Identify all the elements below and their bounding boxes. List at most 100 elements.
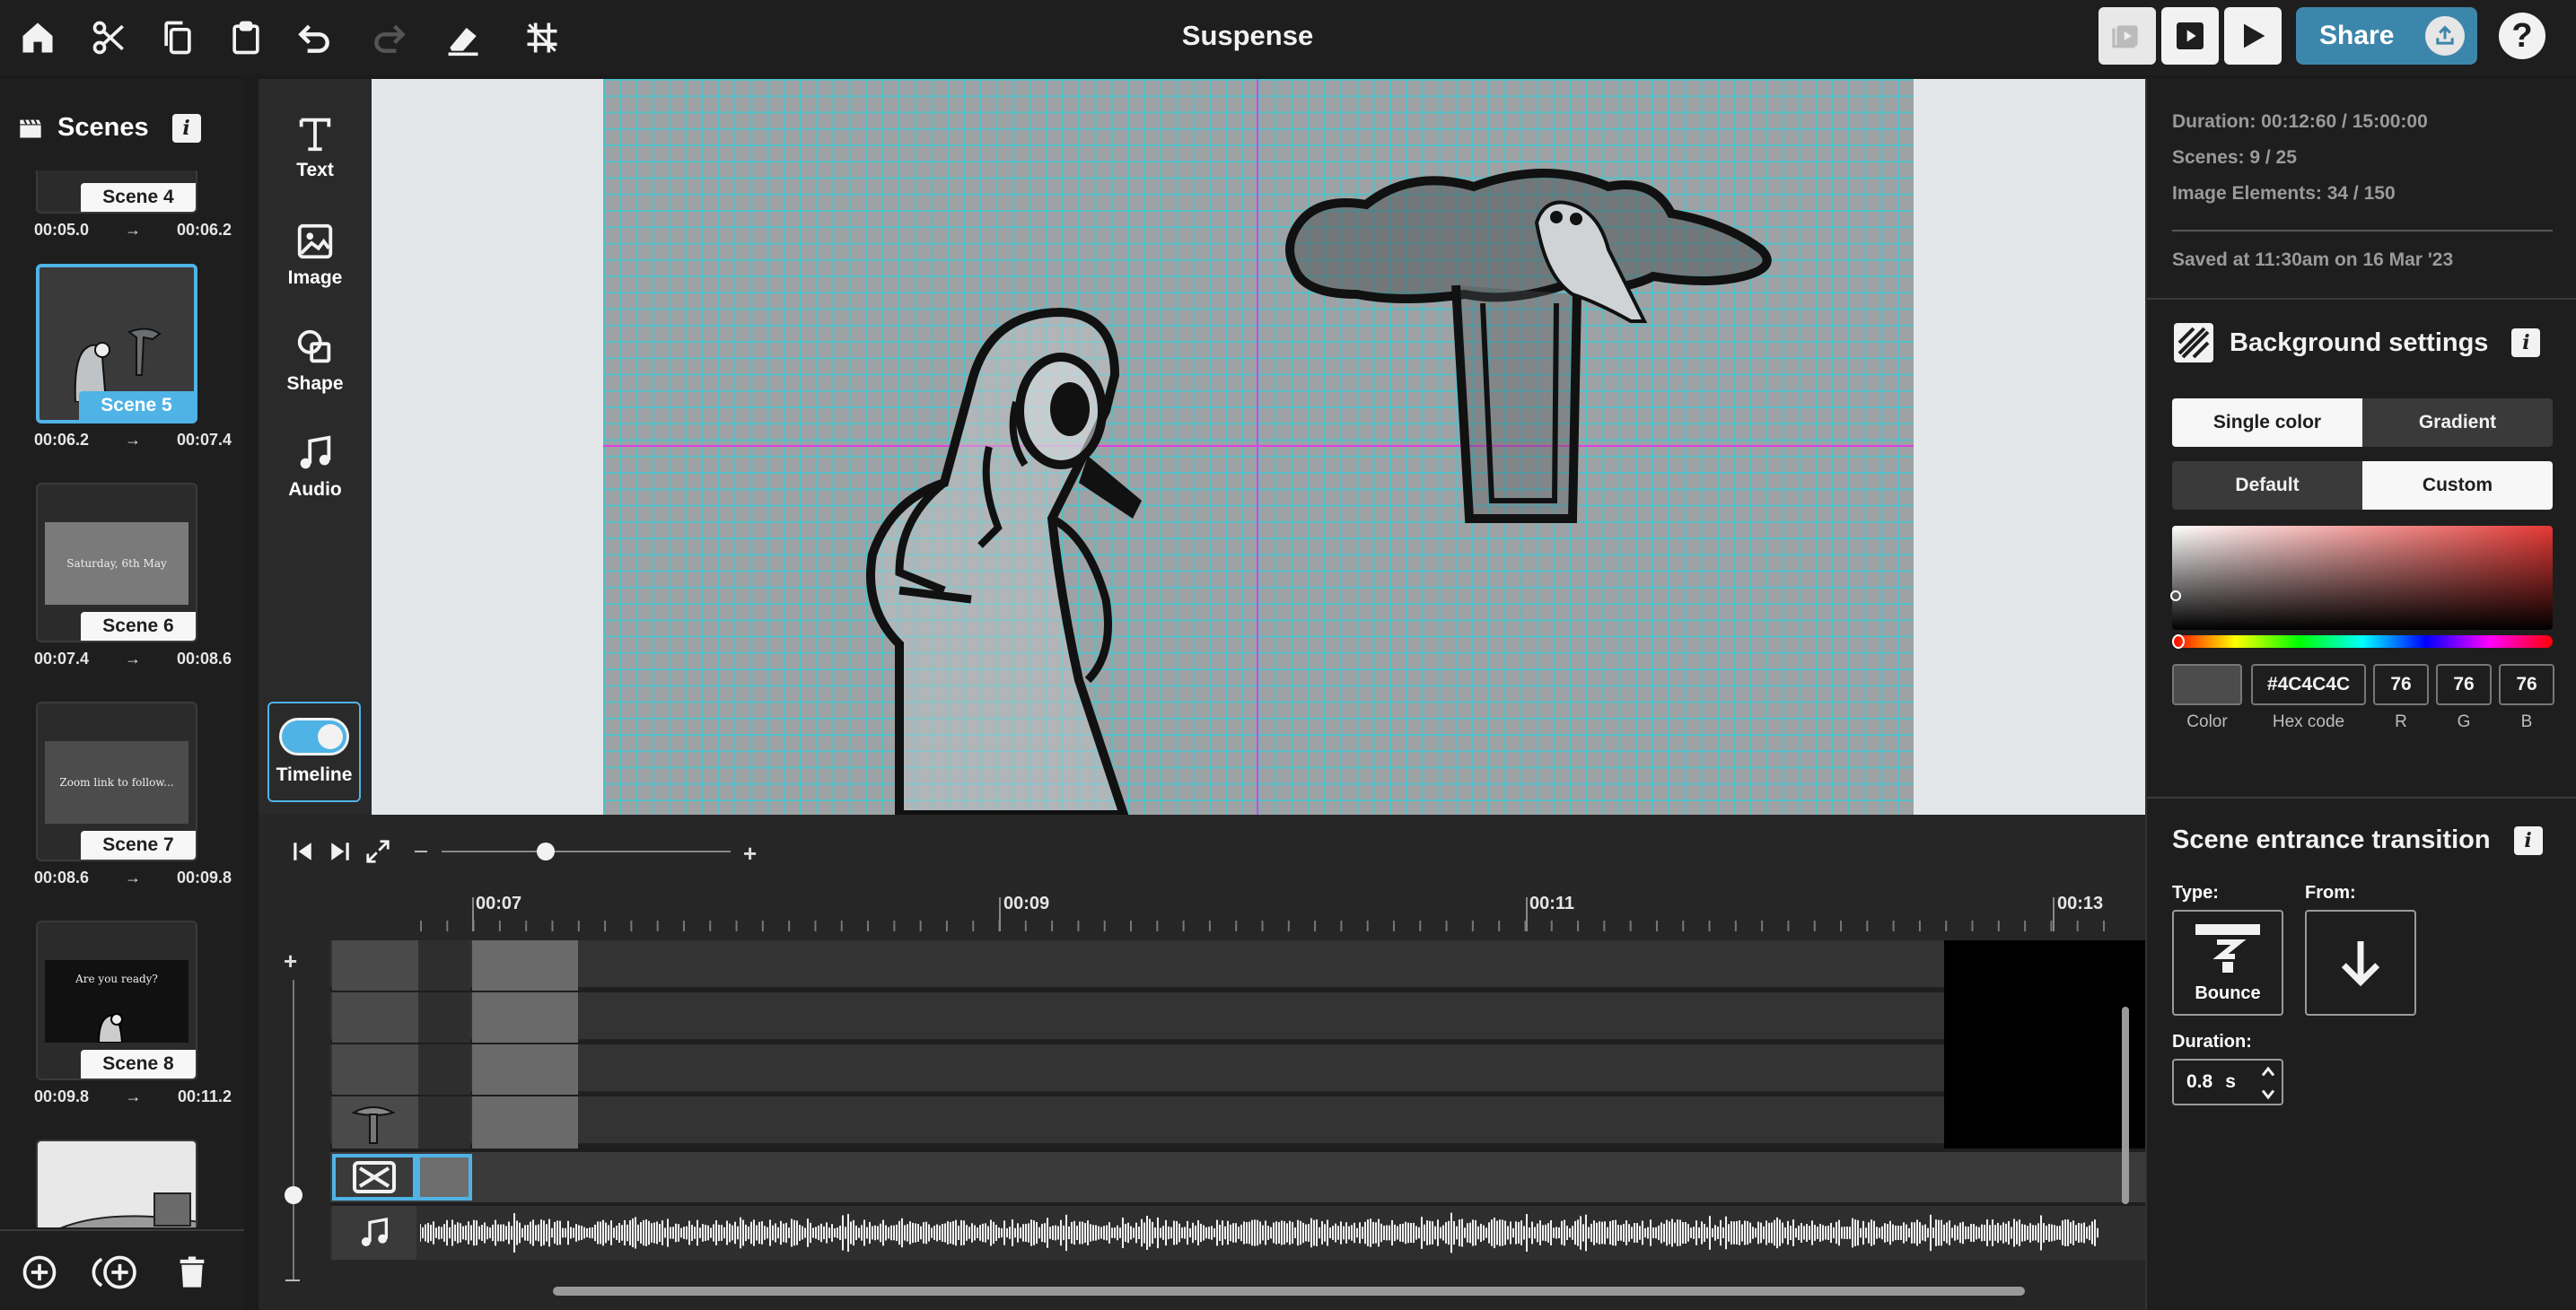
timeline-toggle[interactable]: Timeline <box>267 702 361 802</box>
track-zoom-in-icon[interactable]: + <box>284 948 297 975</box>
duration-label: Duration: <box>2172 1032 2252 1052</box>
scene-preview-text: Zoom link to follow... <box>45 741 188 824</box>
transition-header: Scene entrance transition i <box>2172 825 2543 855</box>
arrow-icon: → <box>125 1087 142 1105</box>
hue-handle[interactable] <box>2172 634 2185 649</box>
type-label: Type: <box>2172 883 2219 903</box>
scene-list: Scene 4 00:05.0 → 00:06.2 Scene 5 00:06.… <box>0 170 244 1227</box>
scene-thumbnail-selected[interactable]: Scene 5 <box>36 264 197 424</box>
saturation-picker[interactable] <box>2172 526 2553 630</box>
ruler-label: 00:13 <box>2057 894 2104 913</box>
vertical-scrollbar[interactable] <box>2122 1007 2129 1204</box>
b-label: B <box>2520 712 2533 731</box>
tree-with-owl-illustration[interactable] <box>1276 160 1779 537</box>
background-track[interactable] <box>330 1152 2145 1202</box>
transition-info-button[interactable]: i <box>2513 825 2543 855</box>
copy-icon[interactable] <box>154 14 201 61</box>
color-swatch[interactable] <box>2172 664 2242 705</box>
track-zoom-out-icon[interactable] <box>285 1279 300 1281</box>
properties-panel: Duration: 00:12:60 / 15:00:00 Scenes: 9 … <box>2145 79 2576 1310</box>
background-clip[interactable] <box>416 1154 472 1201</box>
duration-input[interactable]: 0.8 s <box>2172 1059 2283 1105</box>
scene-start: 00:05.0 <box>34 221 90 239</box>
transition-direction-button[interactable] <box>2305 910 2416 1016</box>
shape-tool-button[interactable]: Shape <box>258 327 372 395</box>
transition-title: Scene entrance transition <box>2172 825 2491 854</box>
default-tab[interactable]: Default <box>2172 461 2362 510</box>
track-zoom-slider[interactable] <box>293 980 294 1279</box>
toggle-switch[interactable] <box>279 718 349 755</box>
chevron-down-icon[interactable] <box>2260 1087 2276 1102</box>
track-zoom-thumb[interactable] <box>285 1186 302 1204</box>
undo-icon[interactable] <box>291 14 337 61</box>
red-input[interactable]: 76 <box>2373 664 2429 705</box>
background-settings-title: Background settings <box>2230 328 2489 357</box>
scene-thumbnail[interactable]: Scene 4 <box>36 170 197 214</box>
arrow-icon: → <box>125 869 141 886</box>
add-scene-icon[interactable] <box>20 1253 59 1292</box>
share-button[interactable]: Share <box>2296 7 2477 65</box>
single-color-tab[interactable]: Single color <box>2172 398 2362 447</box>
image-tool-button[interactable]: Image <box>258 221 372 289</box>
hex-input[interactable]: #4C4C4C <box>2251 664 2366 705</box>
timeline-ruler[interactable] <box>420 921 2107 931</box>
zoom-in-icon[interactable]: + <box>743 840 757 868</box>
horizontal-scrollbar[interactable] <box>553 1287 2025 1296</box>
skip-back-icon[interactable] <box>291 840 314 863</box>
background-icon <box>353 1161 396 1193</box>
blue-input[interactable]: 76 <box>2499 664 2554 705</box>
tree-clip-thumbnail <box>351 1106 396 1144</box>
grid-icon[interactable] <box>519 14 565 61</box>
scene-thumbnail[interactable]: Zoom link to follow... Scene 7 <box>36 702 197 861</box>
scene-thumbnail[interactable]: Are you ready? Scene 8 <box>36 921 197 1080</box>
audio-tool-button[interactable]: Audio <box>258 432 372 501</box>
scene-start: 00:08.6 <box>34 869 90 886</box>
green-input[interactable]: 76 <box>2436 664 2492 705</box>
scene-canvas[interactable] <box>603 79 1914 815</box>
play-all-button[interactable] <box>2224 7 2282 65</box>
expand-icon[interactable] <box>364 838 391 865</box>
scenes-info-button[interactable]: i <box>171 113 201 143</box>
custom-tab[interactable]: Custom <box>2362 461 2553 510</box>
arrow-down-icon <box>2341 941 2380 987</box>
from-label: From: <box>2305 883 2356 903</box>
duplicate-scene-icon[interactable] <box>88 1253 142 1292</box>
scene-thumbnail[interactable]: Saturday, 6th May Scene 6 <box>36 483 197 642</box>
audio-waveform[interactable] <box>420 1208 2098 1258</box>
clipboard-icon[interactable] <box>223 14 269 61</box>
eraser-icon[interactable] <box>440 14 486 61</box>
background-track-label[interactable] <box>332 1154 416 1201</box>
skip-forward-icon[interactable] <box>329 840 352 863</box>
scissors-icon[interactable] <box>86 14 133 61</box>
transition-type-button[interactable]: Bounce <box>2172 910 2283 1016</box>
duration-stepper[interactable] <box>2258 1064 2278 1102</box>
scene-card-5[interactable]: Scene 5 00:06.2 → 00:07.4 <box>34 264 232 450</box>
zoom-slider-thumb[interactable] <box>536 843 555 860</box>
play-scene-button[interactable] <box>2161 7 2219 65</box>
background-info-button[interactable]: i <box>2511 328 2541 357</box>
gradient-tab[interactable]: Gradient <box>2362 398 2553 447</box>
zoom-slider-track[interactable] <box>442 851 731 852</box>
scene-card-4[interactable]: Scene 4 00:05.0 → 00:06.2 <box>34 170 232 240</box>
trash-icon[interactable] <box>174 1253 210 1292</box>
zoom-out-icon[interactable] <box>415 851 427 852</box>
help-button[interactable]: ? <box>2499 13 2545 59</box>
clapperboard-icon <box>20 118 41 137</box>
timeline-clip[interactable] <box>472 940 578 1148</box>
scene-card-7[interactable]: Zoom link to follow... Scene 7 00:08.6 →… <box>34 702 232 887</box>
scene-card-8[interactable]: Are you ready? Scene 8 00:09.8 → 00:11.2 <box>34 921 232 1106</box>
picker-handle[interactable] <box>2170 590 2181 601</box>
r-label: R <box>2395 712 2407 731</box>
redo-icon[interactable] <box>366 14 413 61</box>
scenes-stat: Scenes: 9 / 25 <box>2172 147 2297 168</box>
preview-scene-button[interactable] <box>2098 7 2156 65</box>
hex-label: Hex code <box>2272 712 2345 731</box>
home-icon[interactable] <box>14 14 61 61</box>
chevron-up-icon[interactable] <box>2260 1064 2276 1079</box>
text-tool-button[interactable]: Text <box>258 113 372 181</box>
scene-card-9[interactable] <box>36 1140 197 1227</box>
hue-slider[interactable] <box>2172 635 2553 648</box>
scene-thumbnail[interactable] <box>36 1140 197 1227</box>
scene-card-6[interactable]: Saturday, 6th May Scene 6 00:07.4 → 00:0… <box>34 483 232 668</box>
character-illustration[interactable] <box>846 303 1294 815</box>
